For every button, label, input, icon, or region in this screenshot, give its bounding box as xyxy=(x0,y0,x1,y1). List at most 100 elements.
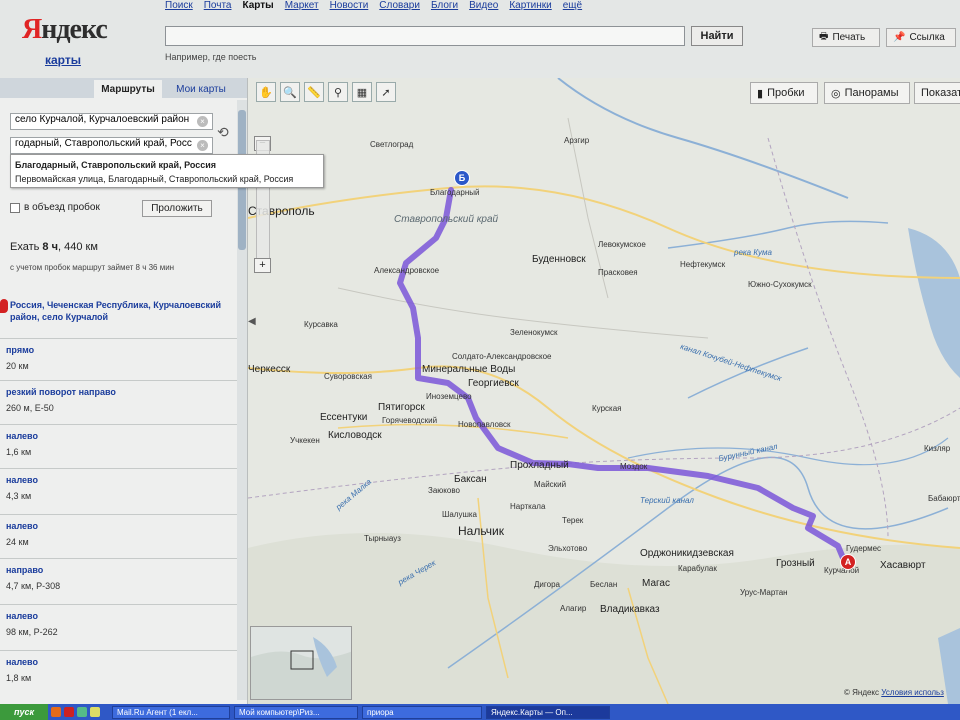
logo-text: ндекс xyxy=(41,14,108,45)
route-step[interactable]: налево 4,3 км xyxy=(0,468,240,508)
print-label: Печать xyxy=(832,32,866,43)
minimap-canvas xyxy=(251,637,351,699)
route-step[interactable]: резкий поворот направо 260 м, Е-50 xyxy=(0,380,240,420)
start-marker-icon xyxy=(0,299,8,313)
yandex-logo[interactable]: Яндекс xyxy=(22,14,108,46)
tab-routes[interactable]: Маршруты xyxy=(94,80,162,98)
nav-news[interactable]: Новости xyxy=(330,0,369,11)
taskbar-task[interactable]: Mail.Ru Агент (1 екл... xyxy=(112,705,230,719)
nav-images[interactable]: Картинки xyxy=(509,0,551,11)
avoid-traffic-label: в объезд пробок xyxy=(24,202,100,213)
city-label: Минеральные Воды xyxy=(422,364,516,375)
browser-icon[interactable] xyxy=(51,707,61,717)
folder-icon[interactable] xyxy=(90,707,100,717)
taskbar-task[interactable]: приора xyxy=(362,705,482,719)
cursor-tool-icon[interactable]: ➚ xyxy=(376,82,396,102)
panorama-icon: ◎ xyxy=(831,87,841,100)
show-button[interactable]: Показать xyxy=(914,82,960,104)
nav-more[interactable]: ещё xyxy=(563,0,582,11)
route-step[interactable]: направо 4,7 км, Р-308 xyxy=(0,558,240,598)
taskbar-task[interactable]: Яндекс.Карты — Оп... xyxy=(486,705,610,719)
step-title: резкий поворот направо xyxy=(6,387,116,397)
sidebar-scrollbar[interactable] xyxy=(237,100,247,700)
nav-blogs[interactable]: Блоги xyxy=(431,0,458,11)
route-summary: Ехать 8 ч, 440 км xyxy=(10,241,98,253)
nav-search[interactable]: Поиск xyxy=(165,0,193,11)
route-step[interactable]: налево 98 км, Р-262 xyxy=(0,604,240,644)
clear-icon[interactable]: × xyxy=(197,116,208,127)
logo-letter: Я xyxy=(22,14,42,45)
start-button[interactable]: пуск xyxy=(0,704,48,720)
layers-tool-icon[interactable]: ▦ xyxy=(352,82,372,102)
city-label: Гудермес xyxy=(846,544,882,553)
route-to-input[interactable]: годарный, Ставропольский край, Росс × xyxy=(10,137,213,154)
city-label: Буденновск xyxy=(532,254,586,265)
traffic-button[interactable]: ▮ Пробки xyxy=(750,82,818,104)
city-label: Заюково xyxy=(428,486,460,495)
step-detail: 24 км xyxy=(6,537,29,547)
tab-my-maps[interactable]: Мои карты xyxy=(166,80,236,98)
city-label: Кисловодск xyxy=(328,430,382,441)
canal-label: Терский канал xyxy=(640,496,694,505)
summary-distance: 440 км xyxy=(64,241,98,253)
overview-minimap[interactable] xyxy=(250,626,352,700)
route-from-input[interactable]: село Курчалой, Курчалоевский район × xyxy=(10,113,213,130)
app-icon[interactable] xyxy=(77,707,87,717)
nav-maps[interactable]: Карты xyxy=(243,0,274,11)
search-input[interactable] xyxy=(165,26,685,46)
city-label: Иноземцево xyxy=(426,392,472,401)
city-label: Светлоград xyxy=(370,140,414,149)
route-step[interactable]: налево 1,6 км xyxy=(0,424,240,464)
city-label: Эльхотово xyxy=(548,544,588,553)
step-title: налево xyxy=(6,431,38,441)
city-label: Терек xyxy=(562,516,584,525)
suggestion-item[interactable]: Первомайская улица, Благодарный, Ставроп… xyxy=(15,172,319,186)
link-button[interactable]: 📌 Ссылка xyxy=(886,28,956,47)
ruler-tool-icon[interactable]: 📏 xyxy=(304,82,324,102)
nav-market[interactable]: Маркет xyxy=(285,0,319,11)
step-title: налево xyxy=(6,657,38,667)
start-address-link[interactable]: Россия, Чеченская Республика, Курчалоевс… xyxy=(10,299,238,323)
swap-icon[interactable]: ⟲ xyxy=(217,124,229,141)
avoid-traffic-checkbox[interactable] xyxy=(10,202,20,213)
top-navigation: Поиск Почта Карты Маркет Новости Словари… xyxy=(165,0,582,11)
terms-link[interactable]: Условия использ xyxy=(881,688,944,697)
map-area[interactable]: ✋ 🔍 📏 ⚲ ▦ ➚ ▮Пробки ◎Панорамы Показать −… xyxy=(248,78,960,704)
taskbar-task[interactable]: Мой компьютер\Риз... xyxy=(234,705,358,719)
city-label: Грозный xyxy=(776,558,815,569)
city-label: Кизляр xyxy=(924,444,951,453)
lake-shape xyxy=(908,228,960,378)
nav-video[interactable]: Видео xyxy=(469,0,498,11)
route-step[interactable]: прямо 20 км xyxy=(0,338,240,378)
hand-tool-icon[interactable]: ✋ xyxy=(256,82,276,102)
suggestion-item[interactable]: Благодарный, Ставропольский край, Россия xyxy=(15,158,319,172)
pin-icon: 📌 xyxy=(893,32,906,43)
city-label: Нарткала xyxy=(510,502,546,511)
avoid-traffic-row[interactable]: в объезд пробок xyxy=(10,202,100,213)
nav-mail[interactable]: Почта xyxy=(204,0,232,11)
route-tool-icon[interactable]: ⚲ xyxy=(328,82,348,102)
zoom-in-button[interactable]: + xyxy=(254,258,271,273)
print-button[interactable]: 🖶 Печать xyxy=(812,28,880,47)
step-title: налево xyxy=(6,611,38,621)
city-label: Горячеводский xyxy=(382,416,438,425)
collapse-arrow-icon[interactable]: ◀ xyxy=(248,316,256,327)
city-label: Орджоникидзевская xyxy=(640,548,734,559)
panoramas-button[interactable]: ◎ Панорамы xyxy=(824,82,910,104)
city-label: Южно-Сухокумск xyxy=(748,280,812,289)
search-hint[interactable]: Например, где поесть xyxy=(165,52,256,62)
step-detail: 1,6 км xyxy=(6,447,32,457)
find-button[interactable]: Найти xyxy=(691,26,743,46)
service-name-link[interactable]: карты xyxy=(45,53,81,67)
route-step[interactable]: налево 24 км xyxy=(0,514,240,554)
magnifier-tool-icon[interactable]: 🔍 xyxy=(280,82,300,102)
clear-icon[interactable]: × xyxy=(197,140,208,151)
route-step[interactable]: налево 1,8 км xyxy=(0,650,240,690)
nav-dictionaries[interactable]: Словари xyxy=(379,0,420,11)
route-start-marker[interactable]: А xyxy=(840,554,856,570)
route-end-marker[interactable]: Б xyxy=(454,170,470,186)
city-label: Солдато-Александровское xyxy=(452,352,552,361)
opera-icon[interactable] xyxy=(64,707,74,717)
build-route-button[interactable]: Проложить xyxy=(142,200,212,217)
printer-icon: 🖶 xyxy=(819,31,829,42)
